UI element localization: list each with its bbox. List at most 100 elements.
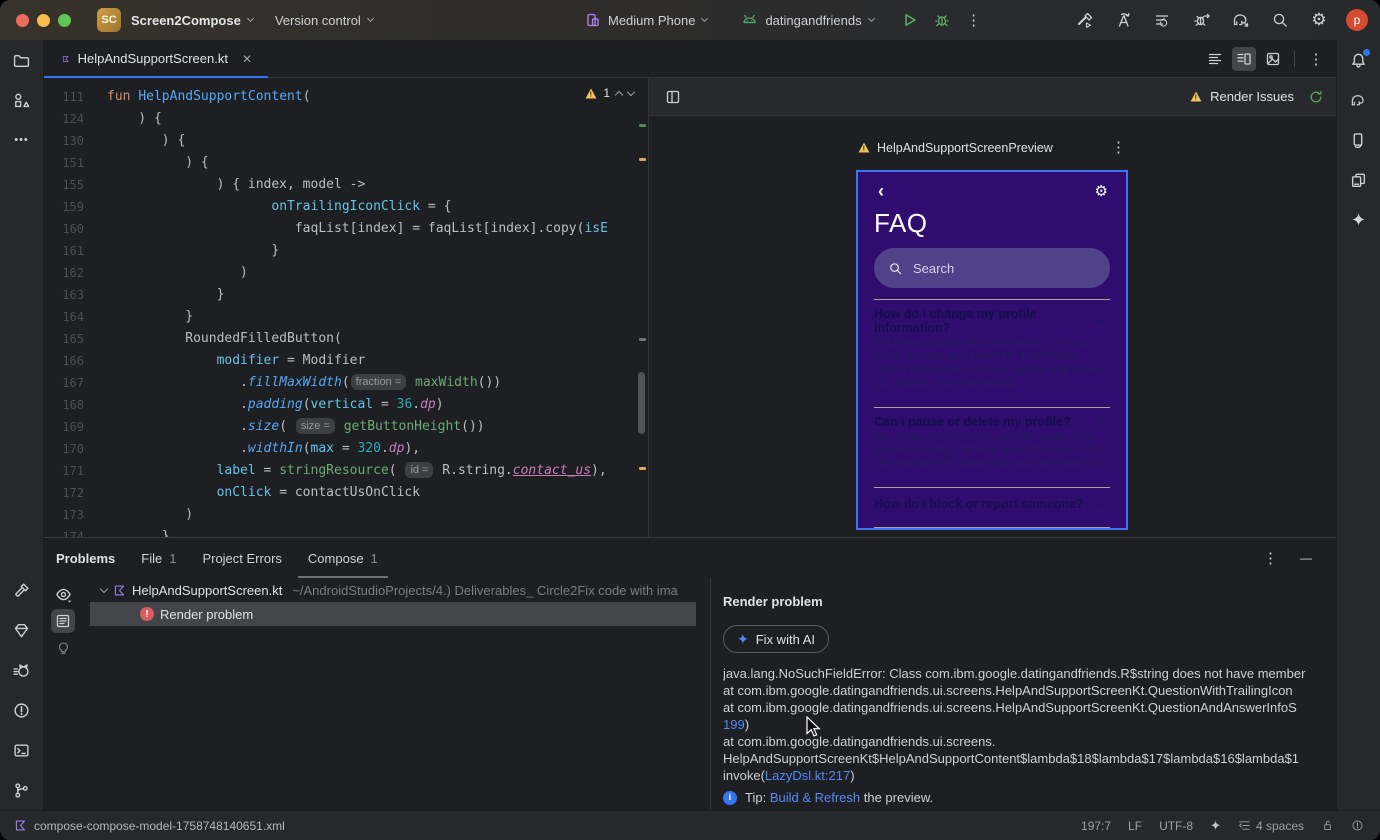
code-text: .padding(vertical = 36.dp)	[84, 394, 444, 416]
code-editor[interactable]: 111 fun HelpAndSupportContent(124 ) {130 …	[44, 78, 648, 537]
phone-preview[interactable]: ‹ ⚙ FAQ Search How do I change my profil…	[856, 170, 1128, 530]
code-view-button[interactable]	[1203, 47, 1227, 71]
version-control-menu[interactable]: Version control	[275, 13, 374, 28]
faq-item: Why did my match disappear?	[874, 526, 1110, 528]
next-issue-icon[interactable]	[626, 87, 636, 97]
file-encoding[interactable]: UTF-8	[1159, 819, 1193, 833]
faq-search-bar[interactable]: Search	[874, 248, 1110, 288]
chevron-down-icon[interactable]	[99, 584, 109, 593]
gradle-tool-button[interactable]	[1345, 86, 1373, 114]
ai-status-icon[interactable]: ✦	[1210, 818, 1221, 834]
code-segment: HelpAndSupportContent	[138, 89, 303, 104]
editor-scrollbar[interactable]	[638, 372, 645, 434]
git-tool-button[interactable]	[8, 776, 36, 804]
editor-options-button[interactable]: ⋮	[1304, 47, 1328, 71]
close-tab-icon[interactable]: ✕	[242, 52, 252, 66]
profiler-bug-button[interactable]	[1190, 8, 1214, 32]
more-run-options-button[interactable]: ⋮	[962, 8, 986, 32]
fix-with-ai-button[interactable]: ✦ Fix with AI	[723, 625, 829, 653]
faq-question[interactable]: How do I block or report someone?	[874, 497, 1108, 511]
render-issues-status[interactable]: ! Render Issues	[1190, 89, 1324, 105]
logcat-tool-button[interactable]	[8, 656, 36, 684]
stripe-mark-warning[interactable]	[639, 467, 646, 470]
code-text: ) {	[84, 108, 162, 130]
render-problem-row[interactable]: ! Render problem	[90, 602, 696, 626]
stripe-mark-green[interactable]	[639, 124, 646, 127]
design-view-button[interactable]	[1261, 47, 1285, 71]
notifications-button[interactable]	[1345, 46, 1373, 74]
write-access-lock-icon[interactable]	[1321, 819, 1334, 832]
terminal-tool-button[interactable]	[8, 736, 36, 764]
zoom-window-icon[interactable]	[58, 13, 71, 27]
inspection-widget[interactable]: ! 1	[585, 86, 636, 100]
faq-question[interactable]: Can I pause or delete my profile?	[874, 415, 1108, 429]
user-avatar[interactable]: p	[1346, 9, 1368, 31]
device-manager-tool-button[interactable]	[1345, 126, 1373, 154]
line-separator[interactable]: LF	[1128, 819, 1142, 833]
stripe-mark-warning[interactable]	[639, 158, 646, 161]
hide-panel-icon[interactable]: —	[1300, 551, 1312, 565]
view-options-button[interactable]	[51, 582, 75, 606]
stripe-mark-gray[interactable]	[639, 338, 646, 341]
stack-link[interactable]: 199	[723, 717, 745, 732]
gemini-tool-button[interactable]: ✦	[1345, 206, 1373, 234]
minimize-window-icon[interactable]	[37, 13, 50, 27]
close-window-icon[interactable]	[16, 13, 29, 27]
tab-project-errors[interactable]: Project Errors	[202, 538, 281, 578]
gradle-sync-button[interactable]	[1229, 8, 1253, 32]
debug-button[interactable]	[930, 8, 954, 32]
run-button[interactable]	[898, 8, 922, 32]
show-details-button[interactable]	[51, 609, 75, 633]
stack-link[interactable]: LazyDsl.kt:217	[765, 768, 850, 783]
tab-file[interactable]: File 1	[141, 538, 176, 578]
status-file[interactable]: compose-compose-model-1758748140651.xml	[14, 819, 285, 833]
code-line: 167 .fillMaxWidth(fraction = maxWidth())	[44, 372, 648, 394]
run-configuration-selector[interactable]: datingandfriends	[741, 12, 875, 28]
preview-title-row[interactable]: ! HelpAndSupportScreenPreview ⋮	[856, 140, 1128, 155]
settings-gear-icon[interactable]: ⚙	[1095, 184, 1108, 199]
quick-fix-bulb-button[interactable]	[51, 636, 75, 660]
code-text: .widthIn(max = 320.dp),	[84, 438, 420, 460]
problem-file-row[interactable]: HelpAndSupportScreen.kt ~/AndroidStudioP…	[82, 578, 710, 602]
panel-options-icon[interactable]: ⋮	[1263, 551, 1278, 566]
ai-rename-actions-button[interactable]	[1112, 8, 1136, 32]
chevron-down-icon	[867, 14, 875, 23]
problems-tool-button[interactable]	[8, 696, 36, 724]
faq-question-label: How do I change my profile information?	[874, 307, 1037, 335]
back-chevron-icon[interactable]: ‹	[878, 182, 884, 200]
project-selector[interactable]: Screen2Compose	[131, 13, 254, 28]
caret-position[interactable]: 197:7	[1081, 819, 1111, 833]
device-selector[interactable]: Medium Phone	[585, 12, 709, 28]
build-tool-button[interactable]	[8, 576, 36, 604]
code-line: 165 RoundedFilledButton(	[44, 328, 648, 350]
code-segment: =	[255, 463, 280, 478]
code-segment: onTrailingIconClick	[271, 199, 421, 214]
indent-setting[interactable]: 4 spaces	[1238, 819, 1304, 833]
refresh-icon[interactable]	[1308, 89, 1324, 105]
resource-manager-tool-button[interactable]	[8, 86, 36, 114]
preview-layout-button[interactable]	[661, 85, 685, 109]
preview-menu-icon[interactable]: ⋮	[1111, 140, 1126, 155]
tab-compose[interactable]: Compose 1	[297, 538, 388, 578]
more-tool-windows-button[interactable]: •••	[8, 126, 36, 154]
tab-count: 1	[370, 550, 378, 566]
build-project-button[interactable]	[1073, 8, 1097, 32]
editor-tab[interactable]: HelpAndSupportScreen.kt ✕	[44, 40, 268, 79]
code-segment: (	[302, 89, 311, 104]
build-refresh-link[interactable]: Build & Refresh	[770, 790, 860, 805]
faq-question[interactable]: How do I change my profile information?	[874, 307, 1108, 335]
commit-history-button[interactable]	[1151, 8, 1175, 32]
inspections-status-icon[interactable]	[1351, 819, 1364, 832]
app-quality-insights-tool-button[interactable]	[8, 616, 36, 644]
search-everywhere-button[interactable]	[1268, 8, 1292, 32]
previous-issue-icon[interactable]	[614, 90, 624, 99]
code-text: ) {	[84, 130, 186, 152]
settings-button[interactable]: ⚙	[1307, 8, 1331, 32]
code-segment: }	[107, 287, 225, 302]
code-segment: contact_us	[512, 463, 592, 478]
split-view-button[interactable]	[1232, 47, 1256, 71]
project-tool-button[interactable]	[8, 46, 36, 74]
device-explorer-tool-button[interactable]	[1345, 166, 1373, 194]
code-segment: padding	[247, 397, 303, 412]
